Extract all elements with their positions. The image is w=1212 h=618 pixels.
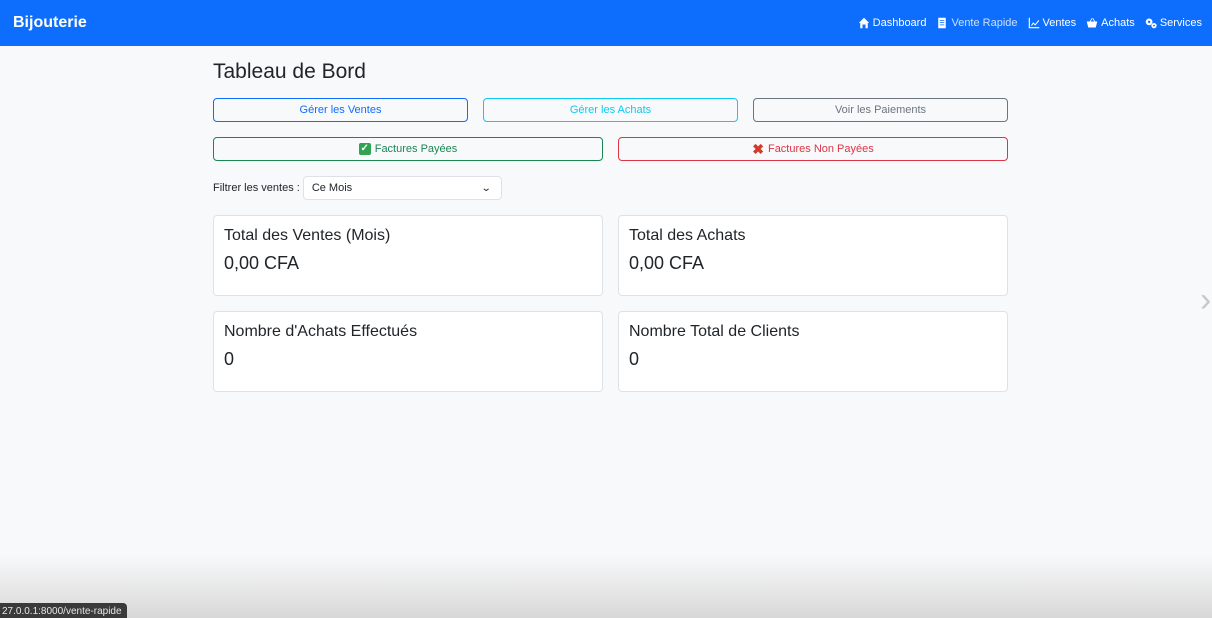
manage-sales-button[interactable]: Gérer les Ventes xyxy=(213,98,468,122)
top-navbar: Bijouterie Dashboard Vente Rapide Ventes… xyxy=(0,0,1212,46)
chart-line-icon xyxy=(1028,17,1039,29)
basket-icon xyxy=(1086,18,1098,28)
unpaid-invoices-button[interactable]: ✖ Factures Non Payées xyxy=(618,137,1008,161)
home-icon xyxy=(858,17,869,29)
total-sales-card: Total des Ventes (Mois) 0,00 CFA xyxy=(213,215,603,296)
check-mark-icon: ✓ xyxy=(358,143,371,155)
card-title: Nombre Total de Clients xyxy=(629,323,800,340)
period-select-value: Ce Mois xyxy=(311,182,353,194)
receipt-icon xyxy=(938,17,947,29)
nav-item-services[interactable]: Services xyxy=(1145,17,1202,29)
card-title: Nombre d'Achats Effectués xyxy=(224,323,418,340)
nav-item-achats[interactable]: Achats xyxy=(1086,17,1135,29)
bottom-gradient xyxy=(0,555,1212,618)
status-bar-url: 27.0.0.1:8000/vente-rapide xyxy=(0,603,127,618)
nav-item-dashboard[interactable]: Dashboard xyxy=(858,17,927,29)
card-value: 0,00 CFA xyxy=(224,253,300,273)
paid-invoices-button[interactable]: ✓ Factures Payées xyxy=(213,137,603,161)
manage-purchases-button[interactable]: Gérer les Achats xyxy=(483,98,738,122)
filter-label: Filtrer les ventes : xyxy=(213,182,300,194)
card-title: Total des Achats xyxy=(629,227,746,244)
main-content: Tableau de Bord Gérer les Ventes Gérer l… xyxy=(213,46,1008,392)
chevron-down-icon: ⌄ xyxy=(481,182,493,194)
client-count-card: Nombre Total de Clients 0 xyxy=(618,311,1008,392)
invoice-buttons-row: ✓ Factures Payées ✖ Factures Non Payées xyxy=(213,137,1008,161)
purchase-count-card: Nombre d'Achats Effectués 0 xyxy=(213,311,603,392)
chevron-right-icon[interactable]: › xyxy=(1200,282,1212,318)
paid-invoices-label: Factures Payées xyxy=(374,143,458,155)
card-value: 0,00 CFA xyxy=(629,253,705,273)
stats-cards: Total des Ventes (Mois) 0,00 CFA Total d… xyxy=(213,215,1008,392)
card-value: 0 xyxy=(224,349,235,369)
nav-item-label: Services xyxy=(1159,17,1202,29)
nav-item-label: Vente Rapide xyxy=(951,17,1018,29)
view-payments-button[interactable]: Voir les Paiements xyxy=(753,98,1008,122)
nav-item-ventes[interactable]: Ventes xyxy=(1028,17,1077,29)
action-buttons-row: Gérer les Ventes Gérer les Achats Voir l… xyxy=(213,98,1008,122)
brand-logo-text[interactable]: Bijouterie xyxy=(13,14,87,32)
nav-item-label: Dashboard xyxy=(872,17,927,29)
cross-mark-icon: ✖ xyxy=(752,141,764,157)
unpaid-invoices-label: Factures Non Payées xyxy=(767,143,874,155)
total-purchases-card: Total des Achats 0,00 CFA xyxy=(618,215,1008,296)
page-title: Tableau de Bord xyxy=(213,60,366,83)
gears-icon xyxy=(1145,18,1157,29)
nav-links: Dashboard Vente Rapide Ventes Achats Ser… xyxy=(858,17,1202,29)
card-title: Total des Ventes (Mois) xyxy=(224,227,391,244)
card-value: 0 xyxy=(629,349,640,369)
nav-item-label: Ventes xyxy=(1042,17,1077,29)
nav-item-vente-rapide[interactable]: Vente Rapide xyxy=(936,17,1018,29)
nav-item-label: Achats xyxy=(1101,17,1135,29)
sales-filter: Filtrer les ventes : Ce Mois ⌄ xyxy=(213,176,1008,200)
period-select[interactable]: Ce Mois ⌄ xyxy=(302,176,502,200)
